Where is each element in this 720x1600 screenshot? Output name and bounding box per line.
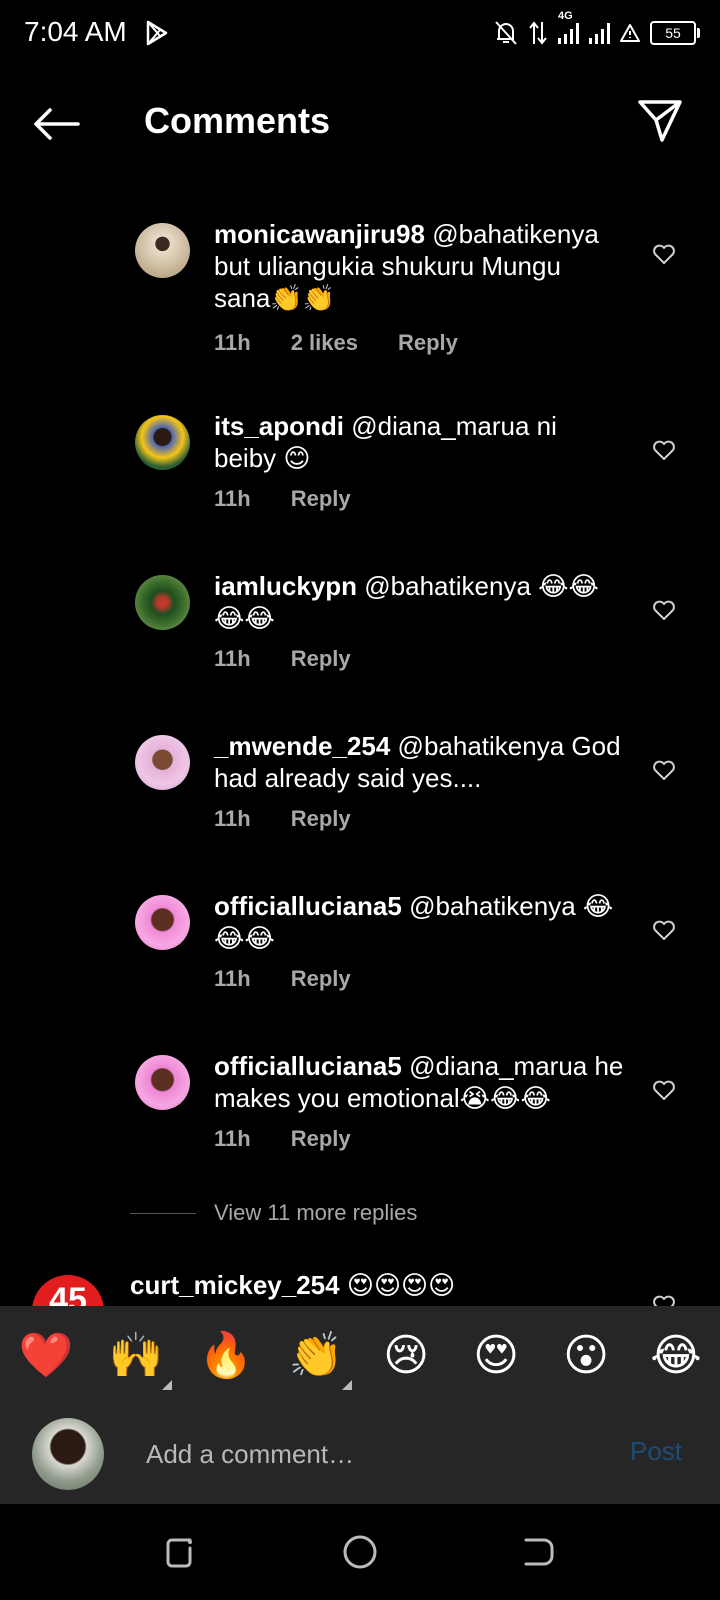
emoji-raised-hands[interactable]: 🙌 (108, 1328, 172, 1390)
comment-body: 😍😍😍😍 (339, 1270, 456, 1300)
data-transfer-icon (529, 21, 547, 45)
comment-text: officialluciana5 @diana_marua he makes y… (214, 1050, 624, 1114)
heart-icon[interactable] (652, 599, 676, 621)
emoji-fire[interactable]: 🔥 (198, 1328, 254, 1384)
emoji-heart[interactable]: ❤️ (18, 1328, 74, 1384)
comment-item: iamluckypn @bahatikenya 😂😂😂😂 11h Reply (0, 570, 720, 682)
comment-item: officialluciana5 @bahatikenya 😂😂😂 11h Re… (0, 890, 720, 1002)
comment-input[interactable] (144, 1428, 588, 1480)
emoji-laughing[interactable]: 😂 (648, 1328, 704, 1384)
skin-tone-indicator-icon (342, 1380, 352, 1390)
comment-text: _mwende_254 @bahatikenya God had already… (214, 730, 624, 794)
avatar[interactable] (135, 735, 190, 790)
comment-username[interactable]: monicawanjiru98 (214, 219, 425, 249)
back-icon[interactable] (520, 1532, 560, 1572)
heart-icon[interactable] (652, 439, 676, 461)
heart-icon[interactable] (652, 1294, 676, 1306)
heart-icon[interactable] (652, 919, 676, 941)
comment-text: curt_mickey_254 😍😍😍😍 (130, 1270, 455, 1301)
heart-icon[interactable] (652, 1079, 676, 1101)
avatar[interactable] (135, 1055, 190, 1110)
emoji-surprised[interactable]: 😮 (558, 1328, 614, 1384)
page-title: Comments (144, 100, 331, 141)
avatar[interactable] (135, 575, 190, 630)
comment-item: 45 curt_mickey_254 😍😍😍😍 (0, 1258, 720, 1306)
emoji-crying[interactable]: 😢 (378, 1328, 434, 1384)
notifications-off-icon (495, 21, 517, 45)
avatar[interactable] (135, 415, 190, 470)
reply-button[interactable]: Reply (291, 806, 351, 832)
comment-meta: 11h Reply (214, 486, 351, 512)
comment-time: 11h (214, 646, 251, 671)
network-type: 4G (558, 10, 573, 22)
divider (130, 1212, 196, 1214)
emoji-glyph: 👏 (288, 1331, 344, 1380)
comment-meta: 11h Reply (214, 966, 351, 992)
comment-username[interactable]: its_apondi (214, 411, 344, 441)
warning-icon (620, 24, 640, 42)
comment-username[interactable]: _mwende_254 (214, 731, 390, 761)
signal-icon (589, 22, 610, 44)
emoji-heart-eyes[interactable]: 😍 (468, 1328, 524, 1384)
reply-button[interactable]: Reply (398, 330, 458, 356)
avatar[interactable] (135, 895, 190, 950)
comment-time: 11h (214, 330, 251, 355)
heart-icon[interactable] (652, 759, 676, 781)
comment-meta: 11h Reply (214, 1126, 351, 1152)
comment-text: iamluckypn @bahatikenya 😂😂😂😂 (214, 570, 624, 634)
comment-text: monicawanjiru98 @bahatikenya but uliangu… (214, 218, 624, 314)
comment-time: 11h (214, 966, 251, 991)
avatar[interactable] (135, 223, 190, 278)
signal-4g-icon: 4G (558, 10, 579, 44)
comment-item: its_apondi @diana_marua ni beiby 😊 11h R… (0, 410, 720, 522)
comment-username[interactable]: curt_mickey_254 (130, 1270, 340, 1300)
system-nav-bar (0, 1504, 720, 1600)
status-bar: 7:04 AM 4G 55 (0, 0, 720, 66)
comment-meta: 11h Reply (214, 806, 351, 832)
comment-time: 11h (214, 486, 251, 511)
comment-text: its_apondi @diana_marua ni beiby 😊 (214, 410, 624, 474)
home-icon[interactable] (340, 1532, 380, 1572)
play-store-icon (146, 20, 168, 46)
emoji-clap[interactable]: 👏 (288, 1328, 352, 1390)
reply-button[interactable]: Reply (291, 966, 351, 992)
current-user-avatar (32, 1418, 104, 1490)
skin-tone-indicator-icon (162, 1380, 172, 1390)
comment-time: 11h (214, 806, 251, 831)
comment-item: monicawanjiru98 @bahatikenya but uliangu… (0, 218, 720, 370)
comment-username[interactable]: iamluckypn (214, 571, 357, 601)
comment-item: _mwende_254 @bahatikenya God had already… (0, 730, 720, 842)
recent-apps-icon[interactable] (160, 1532, 200, 1572)
emoji-bar: ❤️ 🙌 🔥 👏 😢 😍 😮 😂 (0, 1328, 720, 1390)
status-time: 7:04 AM (24, 16, 127, 47)
emoji-glyph: 🙌 (108, 1331, 164, 1380)
reply-button[interactable]: Reply (291, 486, 351, 512)
comment-item: officialluciana5 @diana_marua he makes y… (0, 1050, 720, 1162)
comment-likes[interactable]: 2 likes (291, 330, 358, 356)
battery-icon: 55 (650, 21, 700, 45)
view-more-replies[interactable]: View 11 more replies (130, 1200, 417, 1226)
direct-message-icon[interactable] (636, 98, 684, 144)
comment-meta: 11h Reply (214, 646, 351, 672)
comment-composer: ❤️ 🙌 🔥 👏 😢 😍 😮 😂 Post (0, 1306, 720, 1504)
back-arrow-icon[interactable] (32, 106, 80, 142)
comment-username[interactable]: officialluciana5 (214, 891, 402, 921)
comment-meta: 11h 2 likes Reply (214, 330, 458, 356)
header: Comments (0, 80, 720, 166)
comment-text: officialluciana5 @bahatikenya 😂😂😂 (214, 890, 624, 954)
comment-time: 11h (214, 1126, 251, 1151)
view-more-label[interactable]: View 11 more replies (214, 1200, 417, 1226)
status-icons: 4G 55 (494, 10, 700, 48)
reply-button[interactable]: Reply (291, 646, 351, 672)
comment-username[interactable]: officialluciana5 (214, 1051, 402, 1081)
reply-button[interactable]: Reply (291, 1126, 351, 1152)
heart-icon[interactable] (652, 243, 676, 265)
avatar[interactable]: 45 (32, 1275, 104, 1306)
post-button[interactable]: Post (630, 1436, 682, 1467)
